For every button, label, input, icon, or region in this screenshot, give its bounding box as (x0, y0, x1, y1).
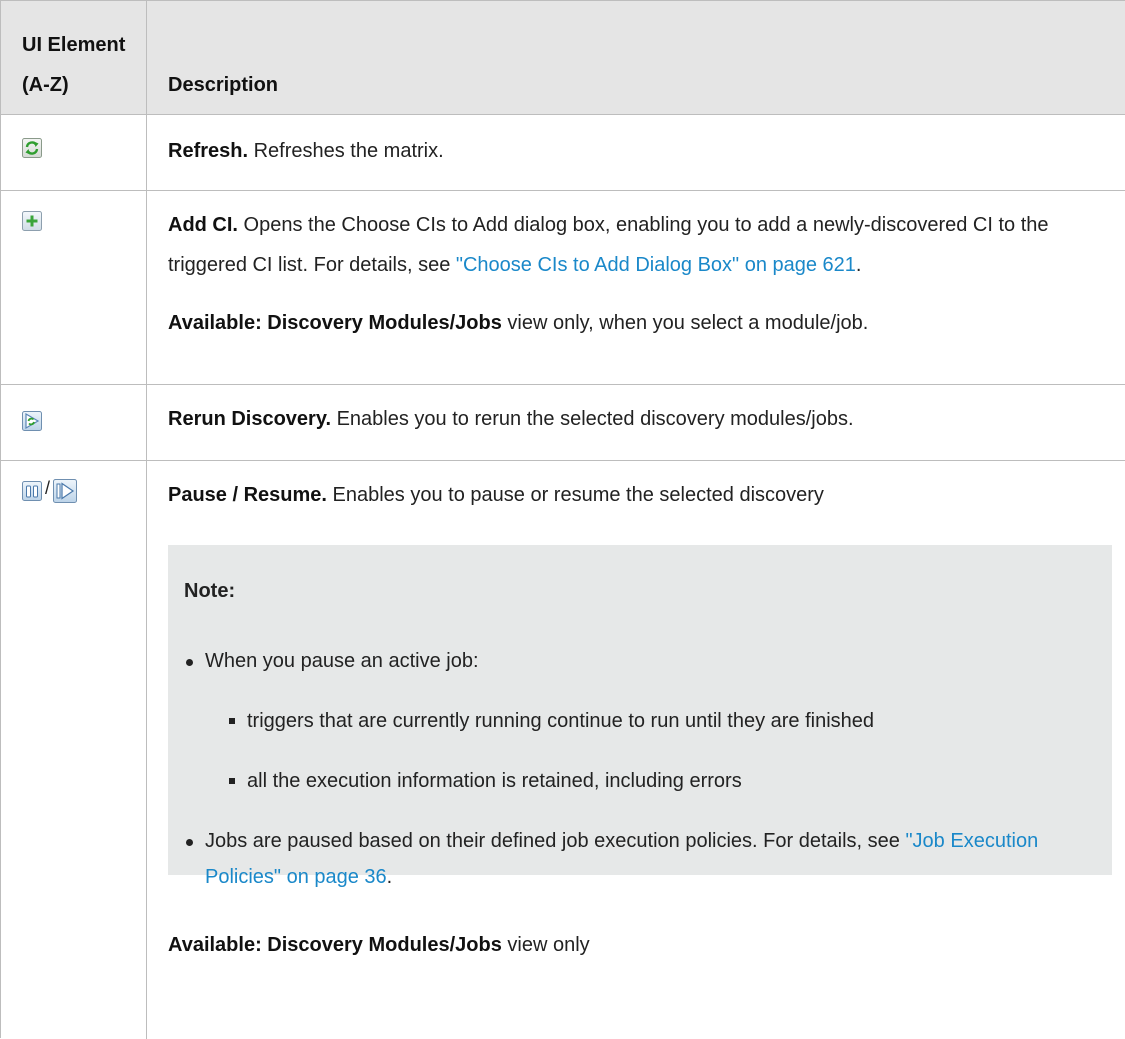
pause-icon (22, 481, 42, 501)
ui-element-cell (22, 409, 42, 432)
refresh-title: Refresh. (168, 140, 249, 162)
add-ci-available-label: Available: Discovery Modules/Jobs (168, 312, 502, 334)
ui-element-cell (22, 209, 42, 232)
add-ci-period: . (855, 254, 862, 276)
description-cell: Pause / Resume. Enables you to pause or … (168, 475, 1114, 515)
table-row-refresh: Refresh. Refreshes the matrix. (1, 115, 1125, 191)
rerun-discovery-title: Rerun Discovery. (168, 408, 332, 430)
description-cell: Add CI. Opens the Choose CIs to Add dial… (168, 205, 1114, 343)
note-bullet-2-period: . (386, 866, 393, 888)
table-row-rerun-discovery: Rerun Discovery. Enables you to rerun th… (1, 385, 1125, 461)
description-cell: Refresh. Refreshes the matrix. (168, 131, 1114, 171)
note-sub-bullet-2: all the execution information is retaine… (247, 770, 742, 792)
resume-icon (53, 479, 78, 503)
column-header-description: Description (168, 74, 279, 96)
column-divider (146, 1, 147, 1039)
table-row-add-ci: Add CI. Opens the Choose CIs to Add dial… (1, 191, 1125, 385)
availability-cell: Available: Discovery Modules/Jobs view o… (168, 925, 1114, 965)
pause-resume-available-label: Available: Discovery Modules/Jobs (168, 934, 502, 956)
add-ci-icon (22, 210, 42, 231)
note-bullet-2-text: Jobs are paused based on their defined j… (205, 830, 906, 852)
column-header-ui-element: UI Element (A-Z) (22, 34, 126, 96)
add-ci-title: Add CI. (168, 214, 238, 236)
bullet-square (229, 778, 235, 784)
table-header: UI Element (A-Z) Description (1, 1, 1125, 115)
rerun-discovery-icon (22, 410, 42, 431)
note-title: Note: (184, 580, 236, 602)
add-ci-available-text: view only, when you select a module/job. (501, 312, 869, 334)
table-row-pause-resume: / Pause / Resume. Enables you to pause o… (1, 461, 1125, 1039)
pause-resume-description: Enables you to pause or resume the selec… (326, 484, 824, 506)
note-bullet-2: Jobs are paused based on their defined j… (205, 823, 1085, 895)
ui-element-cell: / (22, 478, 78, 503)
note-bullet-1: When you pause an active job: (205, 650, 479, 672)
choose-cis-link[interactable]: "Choose CIs to Add Dialog Box" on page 6… (456, 254, 856, 276)
bullet-dot (186, 659, 193, 666)
pause-resume-title: Pause / Resume. (168, 484, 327, 506)
bullet-square (229, 718, 235, 724)
description-cell: Rerun Discovery. Enables you to rerun th… (168, 399, 1114, 439)
bullet-dot (186, 839, 193, 846)
note-sub-bullet-1: triggers that are currently running cont… (247, 710, 875, 732)
refresh-description: Refreshes the matrix. (248, 140, 444, 162)
icon-separator: / (45, 478, 51, 498)
rerun-discovery-description: Enables you to rerun the selected discov… (331, 408, 854, 430)
ui-elements-table: UI Element (A-Z) Description Refresh. Re (0, 0, 1125, 1039)
note-box: Note: When you pause an active job: trig… (168, 545, 1112, 888)
refresh-icon (22, 137, 42, 158)
ui-element-cell (22, 136, 42, 159)
pause-resume-available-text: view only (501, 934, 590, 956)
